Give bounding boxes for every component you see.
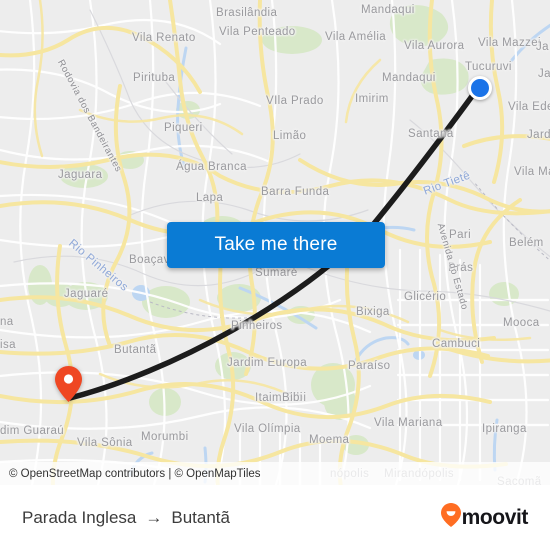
map-canvas[interactable]: .rw{ stroke:#ffffff; fill:none; stroke-l… <box>0 0 550 485</box>
moovit-wordmark: moovit <box>461 506 529 529</box>
map-attribution: © OpenStreetMap contributors | © OpenMap… <box>0 462 550 485</box>
take-me-there-label: Take me there <box>214 234 338 255</box>
destination-marker[interactable] <box>55 366 82 402</box>
moovit-logo[interactable]: moovit <box>440 503 529 532</box>
moovit-pin-icon <box>440 503 461 532</box>
take-me-there-button[interactable]: Take me there <box>167 222 385 268</box>
attribution-text[interactable]: © OpenStreetMap contributors | © OpenMap… <box>9 468 261 480</box>
moovit-trip-preview: .rw{ stroke:#ffffff; fill:none; stroke-l… <box>0 0 550 550</box>
origin-marker[interactable] <box>468 76 492 100</box>
route-destination-label: Butantã <box>171 507 230 527</box>
arrow-right-icon: → <box>145 508 163 527</box>
route-origin-label: Parada Inglesa <box>22 507 137 527</box>
footer-bar: Parada Inglesa → Butantã moovit <box>0 485 550 550</box>
route-summary: Parada Inglesa → Butantã <box>22 508 230 528</box>
